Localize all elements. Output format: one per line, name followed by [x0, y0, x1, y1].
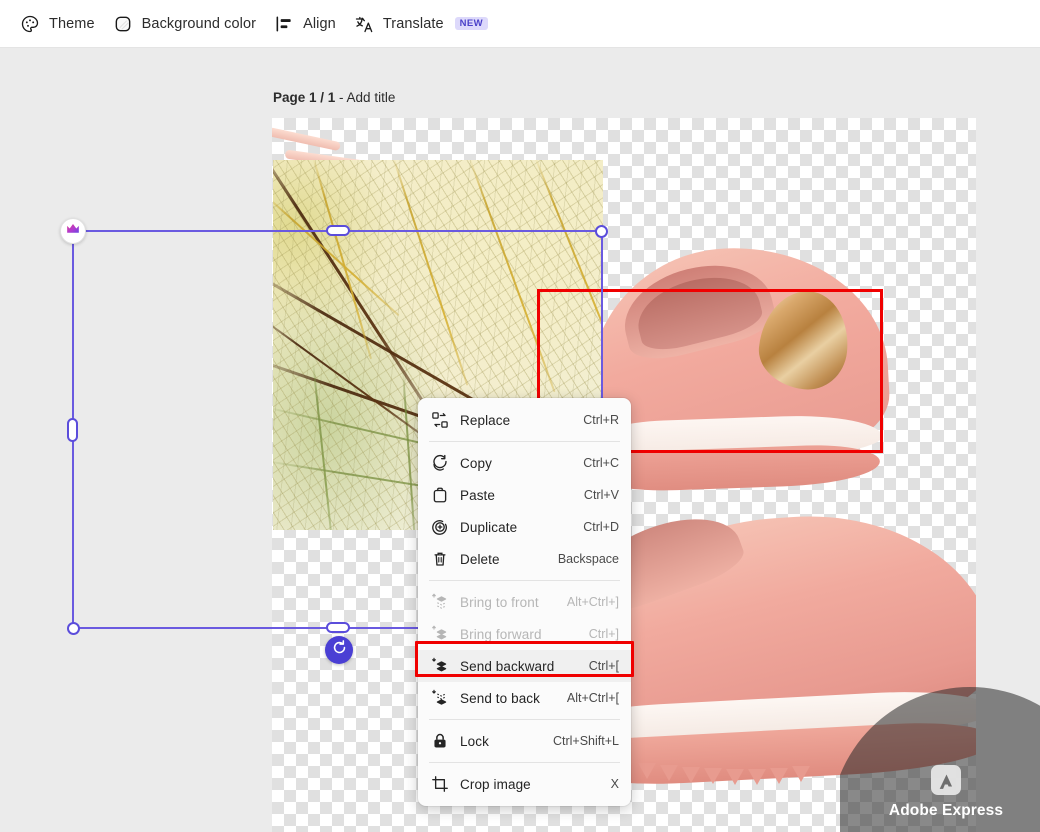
resize-handle-top-center[interactable] [326, 225, 350, 236]
image-context-menu[interactable]: Replace Ctrl+R Copy Ctrl+C Paste Ctrl+V … [415, 398, 634, 806]
paste-icon [431, 486, 449, 504]
send-backward-icon [431, 657, 449, 675]
trash-icon [431, 550, 449, 568]
background-color-button[interactable]: Background color [107, 7, 268, 41]
menu-item-lock[interactable]: Lock Ctrl+Shift+L [418, 725, 631, 757]
background-color-label: Background color [141, 15, 257, 32]
duplicate-icon [431, 518, 449, 536]
bring-to-front-icon [431, 593, 449, 611]
translate-label: Translate [382, 15, 444, 32]
align-button[interactable]: Align [268, 7, 348, 41]
menu-item-crop-image[interactable]: Crop image X [418, 768, 631, 800]
rotate-icon [331, 639, 348, 661]
menu-item-shortcut: Ctrl+V [583, 488, 619, 502]
menu-item-bring-forward: Bring forward Ctrl+] [418, 618, 631, 650]
top-toolbar: Theme Background color Align Translate N… [0, 0, 1040, 48]
resize-handle-left-middle[interactable] [67, 418, 78, 442]
palette-icon [20, 14, 40, 34]
replace-icon [431, 411, 449, 429]
menu-separator [429, 580, 620, 581]
menu-item-copy[interactable]: Copy Ctrl+C [418, 447, 631, 479]
menu-item-shortcut: Ctrl+] [588, 627, 619, 641]
premium-crown-badge[interactable] [60, 218, 86, 244]
menu-item-bring-to-front: Bring to front Alt+Ctrl+] [418, 586, 631, 618]
align-left-icon [274, 14, 294, 34]
translate-icon [354, 14, 374, 34]
menu-separator [429, 441, 620, 442]
menu-item-shortcut: Ctrl+R [583, 413, 619, 427]
crop-icon [431, 775, 449, 793]
menu-item-shortcut: Ctrl+Shift+L [552, 734, 619, 748]
menu-item-delete[interactable]: Delete Backspace [418, 543, 631, 575]
page-title-label[interactable]: Page 1 / 1 - Add title [273, 90, 395, 105]
menu-item-label: Copy [460, 455, 492, 471]
resize-handle-bottom-center[interactable] [326, 622, 350, 633]
menu-separator [429, 762, 620, 763]
premium-crown-icon [66, 222, 80, 240]
menu-item-replace[interactable]: Replace Ctrl+R [418, 404, 631, 436]
page-title-placeholder: - Add title [335, 90, 396, 105]
page-number: Page 1 / 1 [273, 90, 336, 105]
menu-item-send-backward[interactable]: Send backward Ctrl+[ [418, 650, 631, 682]
bring-forward-icon [431, 625, 449, 643]
theme-button[interactable]: Theme [14, 7, 107, 41]
menu-item-label: Replace [460, 412, 511, 428]
send-to-back-icon [431, 689, 449, 707]
menu-item-shortcut: Ctrl+[ [588, 659, 619, 673]
new-badge: NEW [454, 16, 489, 31]
lock-icon [431, 732, 449, 750]
menu-item-label: Duplicate [460, 519, 518, 535]
menu-item-shortcut: Alt+Ctrl+[ [566, 691, 619, 705]
menu-item-shortcut: Alt+Ctrl+] [566, 595, 619, 609]
menu-item-shortcut: X [610, 777, 619, 791]
resize-handle-top-right[interactable] [595, 225, 608, 238]
menu-item-shortcut: Backspace [557, 552, 619, 566]
menu-item-duplicate[interactable]: Duplicate Ctrl+D [418, 511, 631, 543]
menu-item-label: Lock [460, 733, 489, 749]
menu-item-label: Crop image [460, 776, 531, 792]
translate-button[interactable]: Translate NEW [348, 7, 500, 41]
color-swatch-icon [113, 14, 133, 34]
resize-handle-bottom-left[interactable] [67, 622, 80, 635]
menu-item-shortcut: Ctrl+D [583, 520, 619, 534]
rotate-handle[interactable] [325, 636, 353, 664]
menu-item-label: Send to back [460, 690, 541, 706]
theme-label: Theme [49, 15, 95, 32]
menu-item-label: Bring to front [460, 594, 539, 610]
menu-item-send-to-back[interactable]: Send to back Alt+Ctrl+[ [418, 682, 631, 714]
menu-item-label: Delete [460, 551, 500, 567]
menu-item-shortcut: Ctrl+C [583, 456, 619, 470]
editor-workspace: Page 1 / 1 - Add title Replace Ctrl+R Co… [0, 48, 1040, 832]
menu-item-label: Bring forward [460, 626, 542, 642]
menu-item-label: Send backward [460, 658, 555, 674]
align-label: Align [303, 15, 336, 32]
copy-icon [431, 454, 449, 472]
menu-item-paste[interactable]: Paste Ctrl+V [418, 479, 631, 511]
menu-item-label: Paste [460, 487, 496, 503]
menu-separator [429, 719, 620, 720]
